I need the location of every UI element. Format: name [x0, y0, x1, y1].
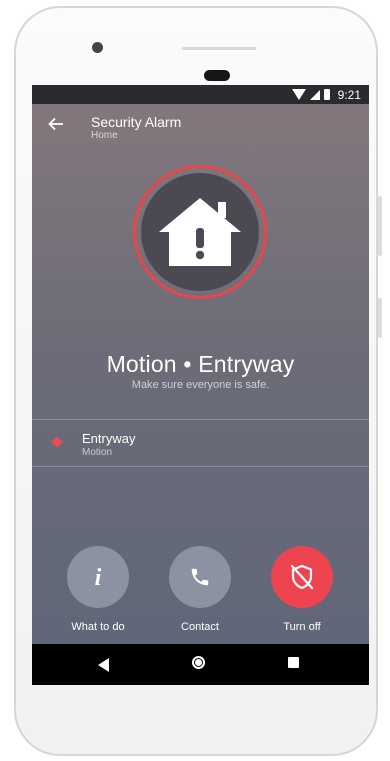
signal-icon [309, 89, 320, 100]
wifi-icon [291, 89, 306, 100]
speaker-grille [204, 70, 230, 81]
earpiece [182, 47, 256, 50]
front-camera [92, 42, 103, 53]
status-time: 9:21 [337, 87, 361, 102]
power-button [378, 298, 382, 338]
nav-back-icon[interactable] [98, 658, 109, 672]
contact-label: Contact [181, 621, 219, 633]
turn-off-action: Turn off [262, 546, 342, 633]
what-to-do-button[interactable]: i [67, 546, 129, 608]
svg-text:i: i [95, 565, 102, 589]
phone-icon [191, 568, 209, 586]
contact-action: Contact [160, 546, 240, 633]
battery-icon [323, 89, 330, 100]
nav-recents-icon[interactable] [288, 657, 299, 668]
event-subtitle: Motion [82, 447, 113, 458]
turn-off-button[interactable] [271, 546, 333, 608]
alert-headline: Motion • Entryway [106, 351, 295, 377]
back-arrow-icon[interactable] [46, 114, 66, 134]
event-title: Entryway [82, 431, 136, 446]
alert-message: Make sure everyone is safe. [131, 379, 270, 391]
shield-off-icon [290, 564, 314, 590]
what-to-do-action: i What to do [58, 546, 138, 633]
contact-button[interactable] [169, 546, 231, 608]
app-bar: Security Alarm Home [32, 104, 369, 154]
screen: 9:21 Security Alarm Home Motion • Entryw… [32, 85, 369, 685]
system-nav-bar [32, 644, 369, 685]
event-row[interactable]: Entryway Motion [32, 420, 369, 466]
volume-button [378, 196, 382, 256]
page-subtitle: Home [91, 130, 118, 141]
house-alert-icon [159, 198, 241, 266]
info-icon: i [95, 565, 102, 589]
status-bar: 9:21 [32, 85, 369, 104]
alarm-indicator [133, 165, 267, 299]
turn-off-label: Turn off [283, 621, 321, 633]
divider [32, 466, 369, 467]
what-to-do-label: What to do [71, 621, 125, 633]
page-title: Security Alarm [91, 114, 182, 130]
nav-home-icon[interactable] [192, 656, 205, 669]
event-marker-icon [51, 436, 63, 448]
